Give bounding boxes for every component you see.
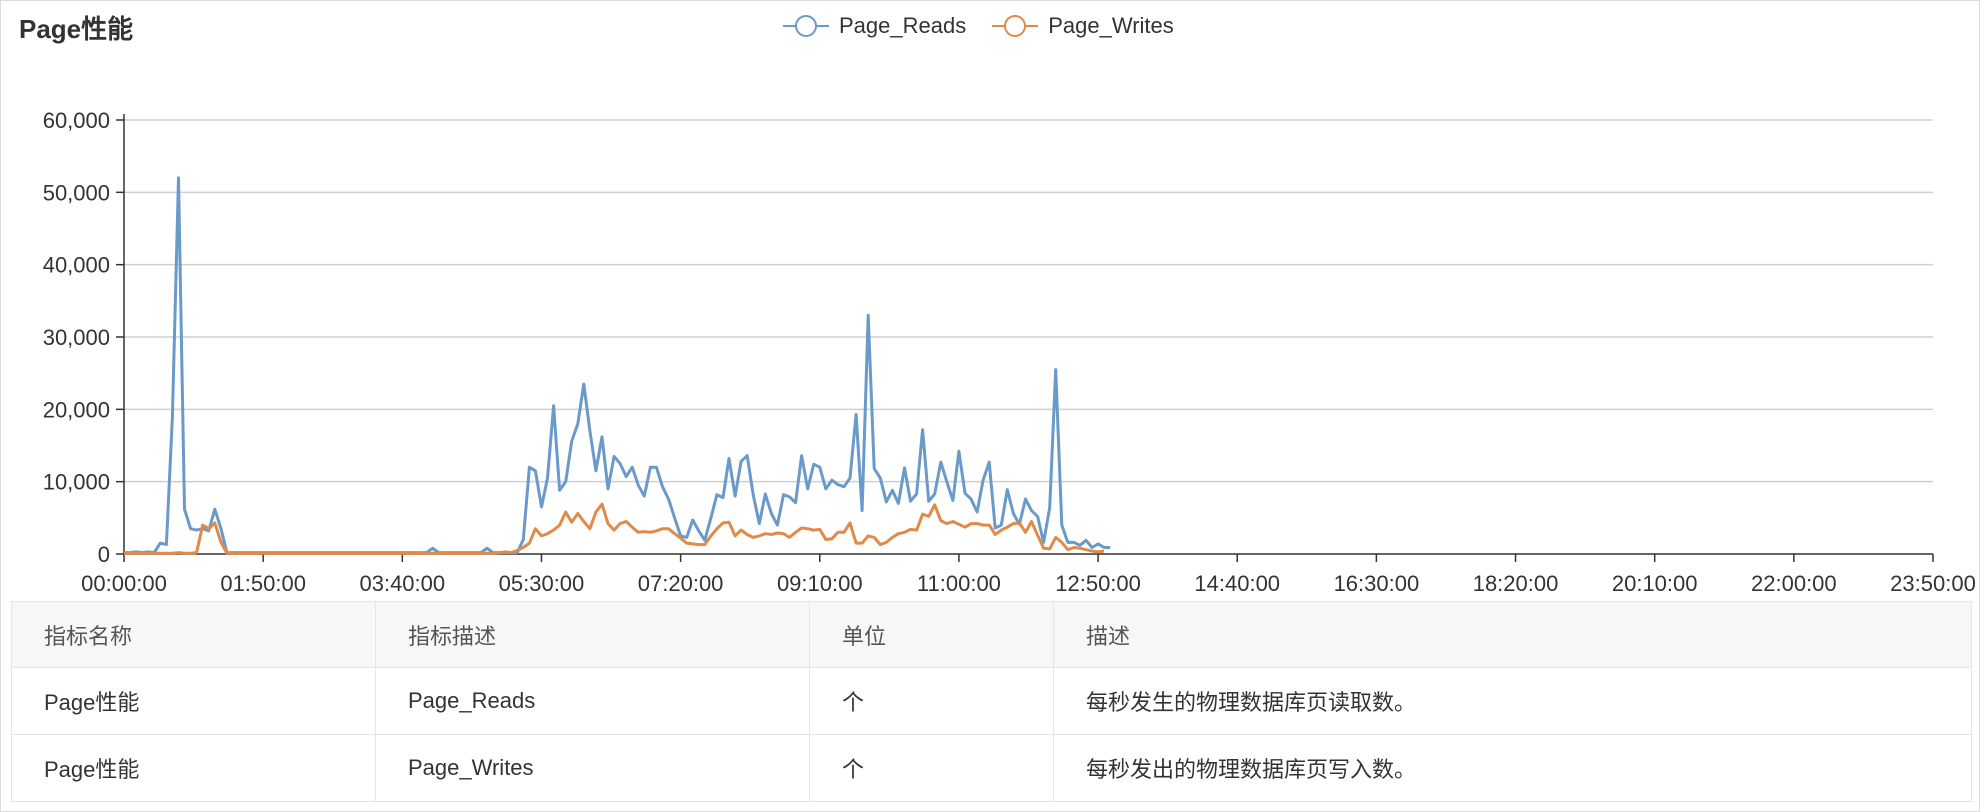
table-cell-description: 每秒发生的物理数据库页读取数。 (1053, 667, 1972, 735)
y-tick-label: 50,000 (43, 180, 110, 205)
x-tick-label: 05:30:00 (499, 571, 585, 596)
x-tick-label: 23:50:00 (1890, 571, 1976, 596)
x-tick-label: 16:30:00 (1334, 571, 1420, 596)
x-tick-label: 14:40:00 (1194, 571, 1280, 596)
x-tick-label: 22:00:00 (1751, 571, 1837, 596)
series-line-page-reads (124, 176, 1111, 555)
series-line-page-writes (124, 502, 1105, 555)
table-cell-description: 每秒发出的物理数据库页写入数。 (1053, 734, 1972, 802)
table-header-metric-desc: 指标描述 (375, 601, 810, 668)
x-tick-label: 12:50:00 (1055, 571, 1141, 596)
table-header-unit: 单位 (809, 601, 1054, 668)
table-cell-unit: 个 (809, 734, 1054, 802)
x-tick-label: 09:10:00 (777, 571, 863, 596)
x-tick-label: 03:40:00 (359, 571, 445, 596)
y-tick-label: 40,000 (43, 253, 110, 278)
table-cell-metric-desc: Page_Reads (375, 667, 810, 735)
metrics-table: 指标名称 指标描述 单位 描述 Page性能 Page_Reads 个 每秒发生… (11, 601, 1972, 802)
table-cell-metric-desc: Page_Writes (375, 734, 810, 802)
table-cell-unit: 个 (809, 667, 1054, 735)
table-cell-metric-name: Page性能 (11, 734, 376, 802)
table-header-row: 指标名称 指标描述 单位 描述 (11, 601, 1972, 668)
x-tick-label: 07:20:00 (638, 571, 724, 596)
table-header-description: 描述 (1053, 601, 1972, 668)
line-chart: 0 10,000 20,000 30,000 40,000 50,000 60,000 00:… (43, 108, 1976, 596)
y-tick-label: 0 (98, 542, 110, 567)
x-tick-label: 01:50:00 (220, 571, 306, 596)
table-header-metric-name: 指标名称 (11, 601, 376, 668)
y-tick-label: 30,000 (43, 325, 110, 350)
y-tick-label: 10,000 (43, 470, 110, 495)
table-cell-metric-name: Page性能 (11, 667, 376, 735)
x-tick-label: 11:00:00 (917, 571, 1001, 596)
x-tick-label: 00:00:00 (81, 571, 167, 596)
table-row: Page性能 Page_Writes 个 每秒发出的物理数据库页写入数。 (11, 734, 1972, 802)
x-tick-label: 20:10:00 (1612, 571, 1698, 596)
table-row: Page性能 Page_Reads 个 每秒发生的物理数据库页读取数。 (11, 667, 1972, 735)
x-tick-label: 18:20:00 (1473, 571, 1559, 596)
y-tick-label: 60,000 (43, 108, 110, 133)
y-tick-label: 20,000 (43, 397, 110, 422)
chart-panel: Page性能 Page_Reads Page_Writes 0 10,000 20,… (0, 0, 1980, 812)
